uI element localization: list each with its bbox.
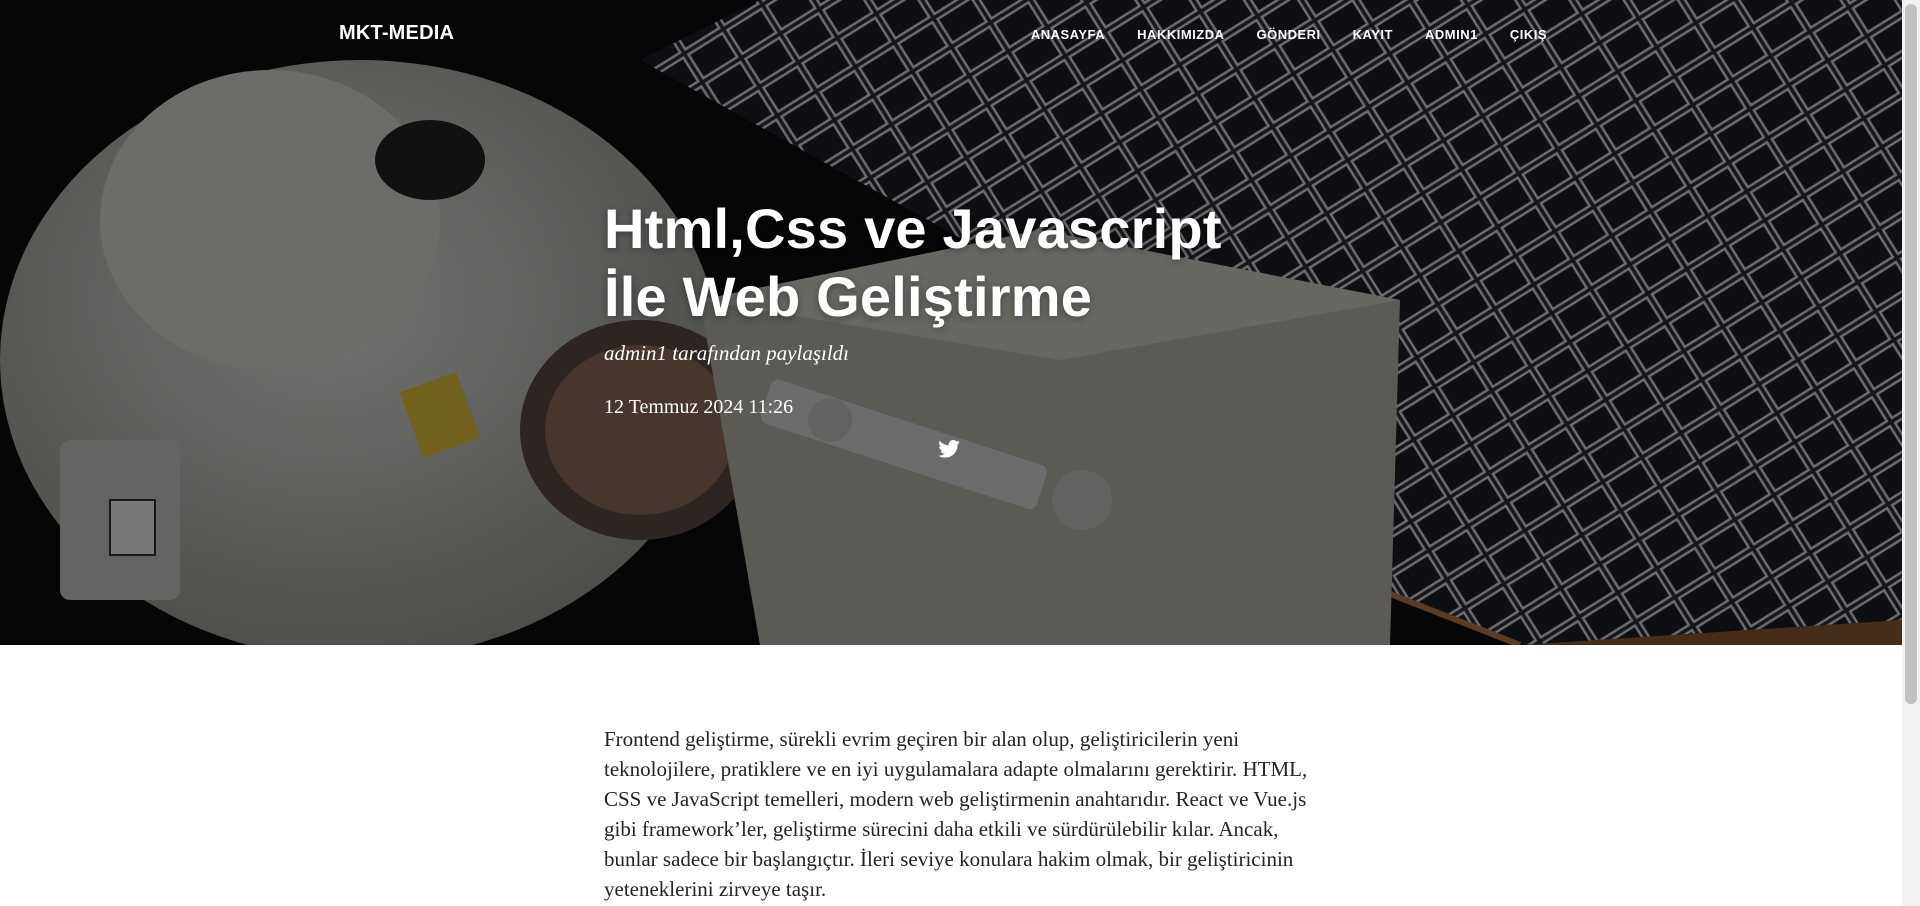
- post-content: Frontend geliştirme, sürekli evrim geçir…: [604, 724, 1316, 904]
- navbar: MKT-MEDIA ANASAYFA HAKKIMIZDA GÖNDERI KA…: [0, 0, 1902, 70]
- nav-link-anasayfa[interactable]: ANASAYFA: [1031, 27, 1105, 42]
- nav-item-hakkimizda: HAKKIMIZDA: [1137, 26, 1224, 44]
- nav-menu: ANASAYFA HAKKIMIZDA GÖNDERI KAYIT ADMIN1…: [1031, 26, 1547, 44]
- vertical-scrollbar[interactable]: [1902, 0, 1920, 906]
- nav-item-anasayfa: ANASAYFA: [1031, 26, 1105, 44]
- nav-link-gonderi[interactable]: GÖNDERI: [1257, 27, 1321, 42]
- post-paragraph: Frontend geliştirme, sürekli evrim geçir…: [604, 727, 1308, 901]
- post-title-line-2: İle Web Geliştirme: [604, 265, 1093, 328]
- hero-header: MKT-MEDIA ANASAYFA HAKKIMIZDA GÖNDERI KA…: [0, 0, 1902, 645]
- post-date: 12 Temmuz 2024 11:26: [604, 396, 794, 418]
- scrollbar-thumb[interactable]: [1905, 4, 1917, 704]
- nav-item-admin1: ADMIN1: [1425, 26, 1478, 44]
- post-title: Html,Css ve Javascript İle Web Geliştirm…: [604, 195, 1324, 331]
- nav-link-admin1[interactable]: ADMIN1: [1425, 27, 1478, 42]
- nav-link-cikis[interactable]: ÇIKIŞ: [1510, 27, 1547, 42]
- nav-item-cikis: ÇIKIŞ: [1510, 26, 1547, 44]
- nav-link-hakkimizda[interactable]: HAKKIMIZDA: [1137, 27, 1224, 42]
- post-title-line-1: Html,Css ve Javascript: [604, 197, 1222, 260]
- twitter-icon[interactable]: [938, 440, 962, 462]
- nav-item-kayit: KAYIT: [1353, 26, 1393, 44]
- nav-item-gonderi: GÖNDERI: [1257, 26, 1321, 44]
- post-heading: Html,Css ve Javascript İle Web Geliştirm…: [604, 195, 1324, 421]
- nav-link-kayit[interactable]: KAYIT: [1353, 27, 1393, 42]
- post-author: admin1 tarafından paylaşıldı: [604, 341, 850, 365]
- brand-logo-link[interactable]: MKT-MEDIA: [339, 22, 454, 45]
